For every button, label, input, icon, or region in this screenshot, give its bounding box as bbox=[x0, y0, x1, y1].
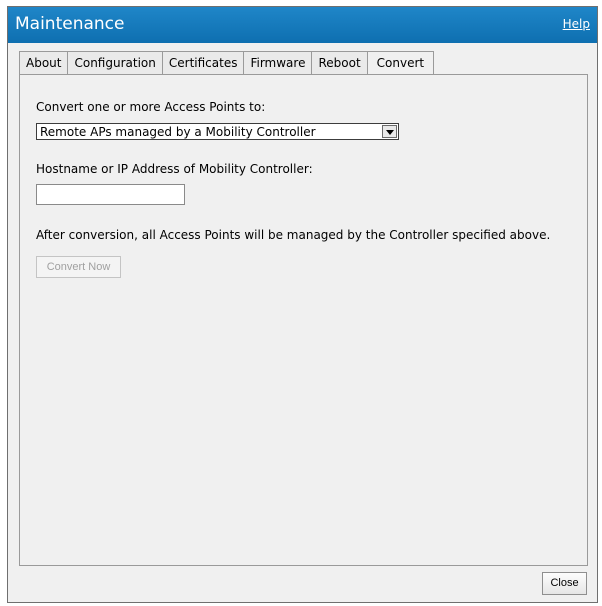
convert-now-button[interactable]: Convert Now bbox=[36, 256, 121, 278]
convert-to-selected-value: Remote APs managed by a Mobility Control… bbox=[40, 125, 316, 139]
hostname-label: Hostname or IP Address of Mobility Contr… bbox=[36, 162, 313, 176]
title-bar: Maintenance Help bbox=[8, 7, 597, 43]
tab-certificates[interactable]: Certificates bbox=[161, 51, 244, 75]
tab-convert[interactable]: Convert bbox=[366, 51, 435, 76]
tab-configuration[interactable]: Configuration bbox=[67, 51, 162, 75]
tab-strip: About Configuration Certificates Firmwar… bbox=[19, 51, 435, 76]
help-link[interactable]: Help bbox=[563, 17, 590, 31]
maintenance-dialog: Maintenance Help About Configuration Cer… bbox=[7, 6, 598, 603]
hostname-input[interactable] bbox=[36, 184, 185, 205]
close-button[interactable]: Close bbox=[542, 572, 587, 595]
dialog-title: Maintenance bbox=[15, 14, 125, 34]
tab-reboot[interactable]: Reboot bbox=[311, 51, 367, 75]
convert-to-label: Convert one or more Access Points to: bbox=[36, 100, 266, 114]
conversion-info-text: After conversion, all Access Points will… bbox=[36, 228, 551, 242]
dropdown-arrow-icon[interactable] bbox=[382, 125, 397, 138]
tab-firmware[interactable]: Firmware bbox=[243, 51, 312, 75]
convert-to-select[interactable]: Remote APs managed by a Mobility Control… bbox=[36, 123, 399, 140]
convert-panel: Convert one or more Access Points to: Re… bbox=[19, 74, 588, 566]
tab-about[interactable]: About bbox=[19, 51, 68, 75]
